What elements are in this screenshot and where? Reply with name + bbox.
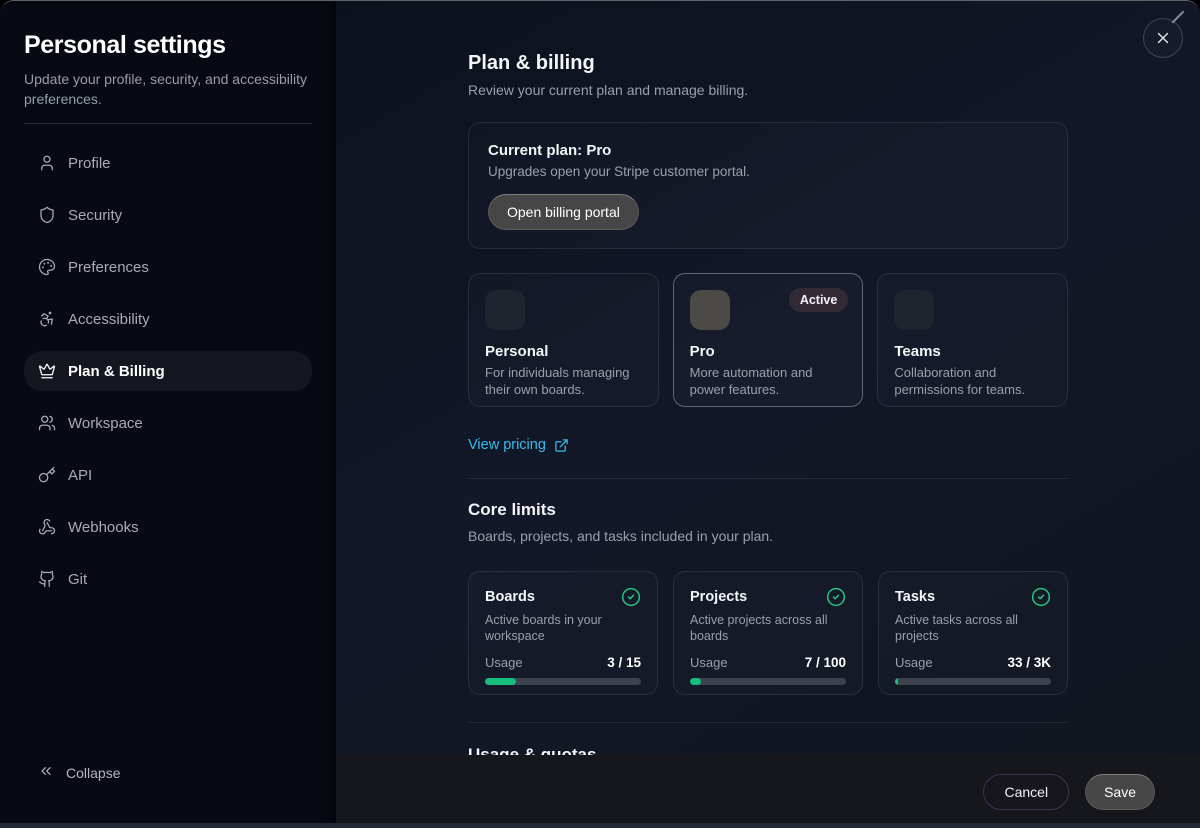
palette-icon (38, 258, 56, 276)
current-plan-card: Current plan: Pro Upgrades open your Str… (468, 122, 1068, 249)
collapse-button[interactable]: Collapse (24, 763, 312, 804)
users-icon (38, 414, 56, 432)
usage-progress-track (895, 678, 1051, 685)
sidebar-item-accessibility[interactable]: Accessibility (24, 299, 312, 339)
sidebar-subtitle: Update your profile, security, and acces… (24, 69, 312, 109)
plan-description: Collaboration and permissions for teams. (894, 364, 1051, 398)
user-icon (38, 154, 56, 172)
usage-progress-fill (895, 678, 898, 685)
plan-card-personal[interactable]: Personal For individuals managing their … (468, 273, 659, 407)
sidebar-item-api[interactable]: API (24, 455, 312, 495)
collapse-label: Collapse (66, 765, 120, 781)
plan-options: Personal For individuals managing their … (468, 273, 1068, 407)
key-icon (38, 466, 56, 484)
sidebar-item-workspace[interactable]: Workspace (24, 403, 312, 443)
crown-icon (38, 362, 56, 380)
section-divider (468, 722, 1068, 723)
close-button[interactable] (1143, 18, 1183, 58)
github-icon (38, 570, 56, 588)
usage-progress-fill (485, 678, 516, 685)
usage-value: 7 / 100 (805, 655, 846, 670)
sidebar-item-label: Webhooks (68, 519, 139, 536)
cancel-button[interactable]: Cancel (983, 774, 1069, 810)
core-limits-subtitle: Boards, projects, and tasks included in … (468, 526, 1068, 546)
usage-value: 33 / 3K (1007, 655, 1051, 670)
page-title: Plan & billing (468, 51, 1068, 75)
chevrons-left-icon (38, 763, 54, 782)
sidebar-item-webhooks[interactable]: Webhooks (24, 507, 312, 547)
sidebar-item-preferences[interactable]: Preferences (24, 247, 312, 287)
close-icon (1154, 29, 1172, 47)
plan-card-pro[interactable]: Active Pro More automation and power fea… (673, 273, 864, 407)
settings-modal: Personal settings Update your profile, s… (0, 0, 1200, 828)
usage-progress-track (485, 678, 641, 685)
open-billing-portal-button[interactable]: Open billing portal (488, 194, 639, 230)
sidebar-divider (24, 123, 312, 124)
page-subtitle: Review your current plan and manage bill… (468, 80, 1068, 100)
main-panel: Plan & billing Review your current plan … (336, 1, 1200, 828)
usage-card-title: Projects (690, 589, 747, 605)
usage-card-boards: Boards Active boards in your workspace U… (468, 571, 658, 695)
sidebar-item-label: Preferences (68, 259, 149, 276)
sidebar-item-label: Plan & Billing (68, 363, 165, 380)
view-pricing-link[interactable]: View pricing (468, 437, 569, 453)
view-pricing-label: View pricing (468, 437, 546, 453)
plan-icon-placeholder (485, 290, 525, 330)
sidebar-item-git[interactable]: Git (24, 559, 312, 599)
usage-card-tasks: Tasks Active tasks across all projects U… (878, 571, 1068, 695)
plan-card-teams[interactable]: Teams Collaboration and permissions for … (877, 273, 1068, 407)
usage-card-projects: Projects Active projects across all boar… (673, 571, 863, 695)
sidebar-item-security[interactable]: Security (24, 195, 312, 235)
shield-icon (38, 206, 56, 224)
sidebar-item-label: Workspace (68, 415, 143, 432)
plan-description: For individuals managing their own board… (485, 364, 642, 398)
active-badge: Active (789, 288, 849, 312)
save-button[interactable]: Save (1085, 774, 1155, 810)
core-limits-title: Core limits (468, 499, 1068, 521)
check-circle-icon (621, 587, 641, 607)
sidebar-title: Personal settings (24, 31, 312, 60)
sidebar-item-label: Security (68, 207, 122, 224)
sidebar-item-label: Git (68, 571, 87, 588)
usage-progress-track (690, 678, 846, 685)
usage-card-description: Active tasks across all projects (895, 612, 1051, 644)
usage-label: Usage (485, 655, 523, 670)
usage-card-title: Boards (485, 589, 535, 605)
bottom-edge (0, 823, 1200, 828)
sidebar-item-profile[interactable]: Profile (24, 143, 312, 183)
footer-bar: Cancel Save (336, 755, 1200, 828)
sidebar-nav: Profile Security Preferences Accessibili… (24, 143, 312, 599)
webhook-icon (38, 518, 56, 536)
current-plan-subtitle: Upgrades open your Stripe customer porta… (488, 163, 1048, 181)
usage-card-description: Active boards in your workspace (485, 612, 641, 644)
usage-card-title: Tasks (895, 589, 935, 605)
accessibility-icon (38, 310, 56, 328)
plan-name: Pro (690, 343, 847, 360)
sidebar-item-label: Profile (68, 155, 111, 172)
plan-billing-content: Plan & billing Review your current plan … (468, 1, 1068, 766)
check-circle-icon (1031, 587, 1051, 607)
current-plan-title: Current plan: Pro (488, 141, 1048, 161)
section-divider (468, 478, 1068, 479)
sidebar: Personal settings Update your profile, s… (0, 1, 336, 828)
check-circle-icon (826, 587, 846, 607)
usage-label: Usage (690, 655, 728, 670)
plan-name: Teams (894, 343, 1051, 360)
external-link-icon (554, 438, 569, 453)
usage-label: Usage (895, 655, 933, 670)
plan-icon-placeholder (894, 290, 934, 330)
sidebar-item-plan-billing[interactable]: Plan & Billing (24, 351, 312, 391)
plan-description: More automation and power features. (690, 364, 847, 398)
core-limit-cards: Boards Active boards in your workspace U… (468, 571, 1068, 695)
plan-name: Personal (485, 343, 642, 360)
usage-value: 3 / 15 (607, 655, 641, 670)
plan-icon-placeholder (690, 290, 730, 330)
usage-progress-fill (690, 678, 701, 685)
sidebar-item-label: Accessibility (68, 311, 150, 328)
sidebar-item-label: API (68, 467, 92, 484)
usage-card-description: Active projects across all boards (690, 612, 846, 644)
